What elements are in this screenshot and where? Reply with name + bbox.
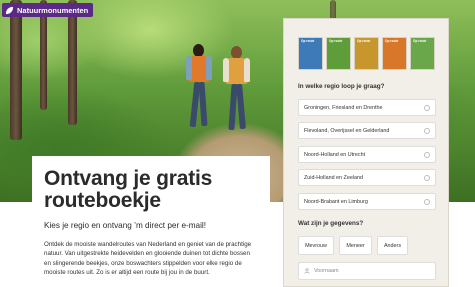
booklet-cover: Op route [298,37,323,70]
intro-card: Ontvang je gratis routeboekje Kies je re… [32,156,270,287]
logo-text: Natuurmonumenten [17,5,89,15]
radio-icon[interactable] [424,198,430,205]
region-label: Groningen, Friesland en Drenthe [304,104,383,111]
salutation-meneer-button[interactable]: Meneer [339,236,372,255]
region-option-noord-holland-utrecht[interactable]: Noord-Holland en Utrecht [298,146,436,163]
page-title: Ontvang je gratis routeboekje [44,167,213,212]
user-icon [304,268,310,274]
booklet-cover: Op route [354,37,379,70]
region-option-brabant-limburg[interactable]: Noord-Brabant en Limburg [298,193,436,210]
region-question: In welke regio loop je graag? [298,83,385,90]
brand-logo[interactable]: Natuurmonumenten [2,3,94,17]
details-question: Wat zijn je gegevens? [298,220,364,227]
signup-form-panel: Op route Op route Op route Op route Op r… [283,18,449,287]
salutation-anders-button[interactable]: Anders [377,236,408,255]
region-label: Noord-Brabant en Limburg [304,198,368,205]
radio-icon[interactable] [424,127,430,134]
page-subtitle: Kies je regio en ontvang ’m direct per e… [44,221,207,230]
radio-icon[interactable] [424,151,430,158]
first-name-field[interactable]: Voornaam [298,262,436,280]
salutation-mevrouw-button[interactable]: Mevrouw [298,236,334,255]
region-option-oost[interactable]: Flevoland, Overijssel en Gelderland [298,122,436,139]
tree-trunk [10,0,22,140]
leaf-icon [5,6,14,14]
first-name-placeholder: Voornaam [314,268,339,274]
region-option-zuid-holland-zeeland[interactable]: Zuid-Holland en Zeeland [298,169,436,186]
region-label: Zuid-Holland en Zeeland [304,174,364,181]
region-label: Noord-Holland en Utrecht [304,151,366,158]
booklet-cover: Op route [410,37,435,70]
booklet-cover: Op route [382,37,407,70]
tree-trunk [68,0,77,125]
booklet-cover: Op route [326,37,351,70]
intro-text: Ontdek de mooiste wandelroutes van Neder… [44,241,252,277]
radio-icon[interactable] [424,174,430,181]
booklet-covers: Op route Op route Op route Op route Op r… [298,37,438,71]
region-option-noord[interactable]: Groningen, Friesland en Drenthe [298,99,436,116]
radio-icon[interactable] [424,104,430,111]
region-label: Flevoland, Overijssel en Gelderland [304,127,390,134]
